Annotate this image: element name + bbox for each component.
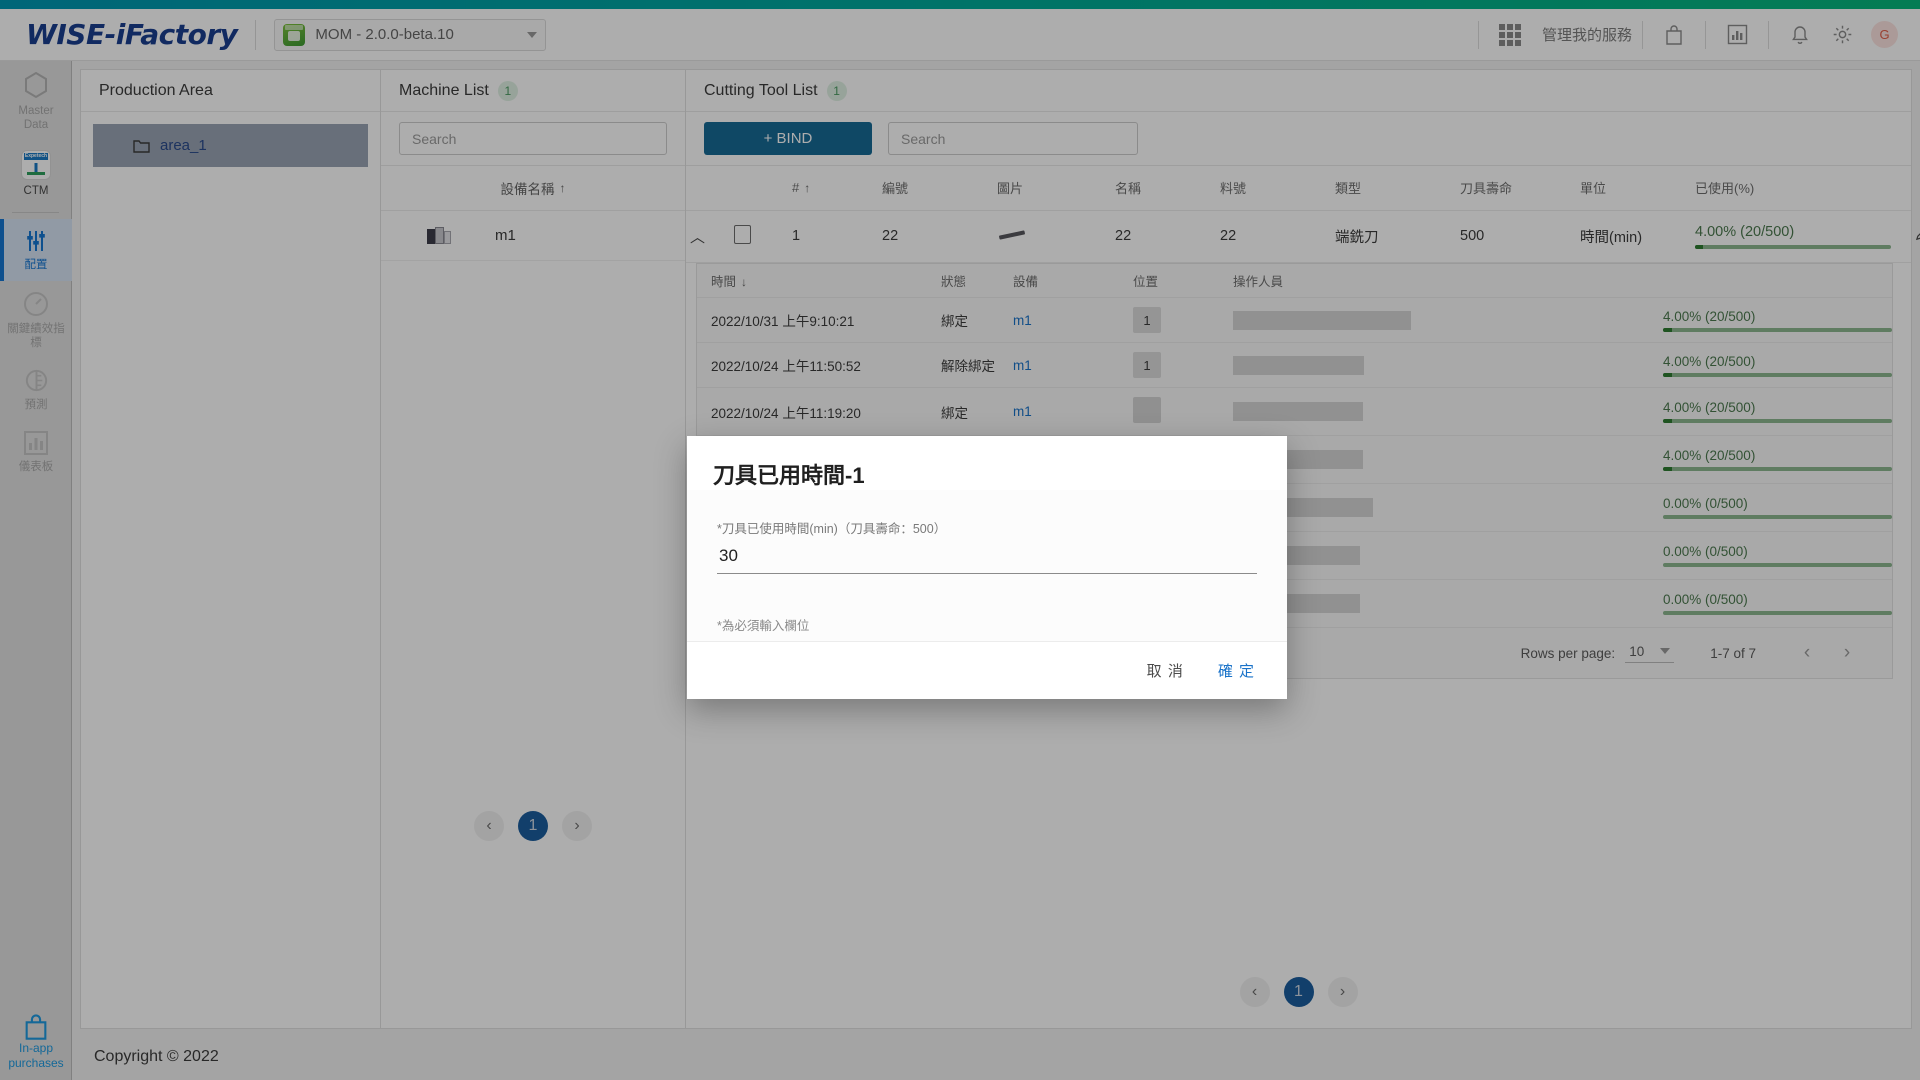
dialog-footer: 取 消 確 定 (687, 641, 1287, 699)
app-root: WISE-iFactory MOM - 2.0.0-beta.10 管理我的服務 (0, 0, 1920, 1080)
dialog-body: *刀具已使用時間(min)（刀具壽命：500） *為必須輸入欄位 (687, 490, 1287, 641)
dialog-title: 刀具已用時間-1 (687, 436, 1287, 490)
confirm-button[interactable]: 確 定 (1218, 660, 1255, 681)
used-time-field-label: *刀具已使用時間(min)（刀具壽命：500） (717, 518, 1257, 537)
required-field-hint: *為必須輸入欄位 (717, 615, 1257, 634)
tool-used-time-dialog: 刀具已用時間-1 *刀具已使用時間(min)（刀具壽命：500） *為必須輸入欄… (687, 436, 1287, 699)
cancel-button[interactable]: 取 消 (1147, 660, 1184, 681)
used-time-input[interactable] (717, 541, 1257, 574)
